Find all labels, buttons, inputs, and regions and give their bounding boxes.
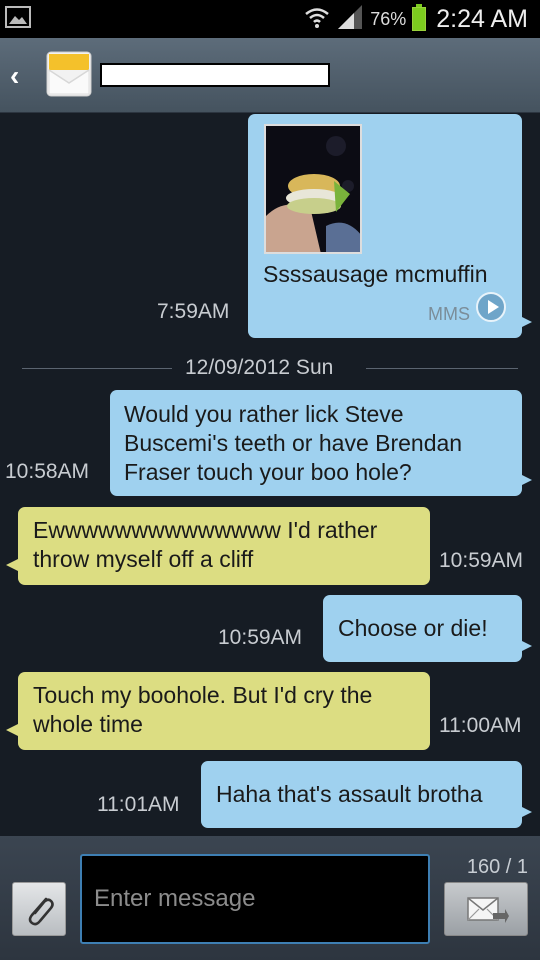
char-counter: 160 / 1: [466, 856, 528, 878]
mms-bubble[interactable]: Ssssausage mcmuffin MMS: [248, 114, 532, 338]
back-arrow-icon[interactable]: ‹: [10, 62, 19, 90]
message-timestamp: 10:59AM: [439, 549, 524, 572]
message-text: Would you rather lick Steve Buscemi's te…: [124, 401, 463, 485]
send-icon: [467, 897, 509, 923]
message-bubble-incoming[interactable]: Ewwwwwwwwwwwwww I'd rather throw myself …: [6, 507, 430, 585]
paperclip-icon: [28, 897, 54, 926]
wifi-icon: [304, 5, 330, 34]
date-separator: 12/09/2012 Sun: [0, 354, 540, 384]
attach-button[interactable]: [12, 882, 66, 936]
battery-percent: 76%: [370, 8, 407, 29]
battery-icon: [412, 4, 427, 31]
contact-name-redacted: [100, 63, 330, 87]
signal-icon: [336, 4, 364, 35]
message-timestamp: 10:58AM: [5, 460, 90, 483]
conversation-header: ‹: [0, 38, 540, 113]
send-button[interactable]: [444, 882, 528, 936]
play-icon[interactable]: [476, 292, 506, 322]
mms-image-thumbnail[interactable]: [264, 124, 362, 254]
status-bar: 76% 2:24 AM: [0, 0, 540, 38]
message-timestamp: 7:59AM: [157, 300, 230, 323]
message-input[interactable]: [80, 854, 430, 944]
gallery-icon: [5, 6, 31, 28]
message-text: Touch my boohole. But I'd cry the whole …: [33, 682, 373, 737]
message-timestamp: 11:01AM: [97, 793, 180, 816]
message-bubble-outgoing[interactable]: Choose or die!: [323, 595, 532, 662]
message-text: Ewwwwwwwwwwwwww I'd rather throw myself …: [33, 517, 378, 572]
message-thread[interactable]: Ssssausage mcmuffin MMS 7:59AM 12/09/201…: [0, 112, 540, 836]
envelope-icon[interactable]: [46, 51, 92, 97]
message-timestamp: 11:00AM: [439, 714, 522, 737]
message-bubble-incoming[interactable]: Touch my boohole. But I'd cry the whole …: [6, 672, 430, 750]
status-time: 2:24 AM: [436, 4, 528, 33]
message-timestamp: 10:59AM: [218, 626, 303, 649]
mms-caption: Ssssausage mcmuffin: [263, 261, 488, 287]
mms-label: MMS: [428, 304, 470, 324]
message-bubble-outgoing[interactable]: Haha that's assault brotha: [201, 761, 532, 828]
message-text: Choose or die!: [338, 615, 488, 641]
date-separator-label: 12/09/2012 Sun: [185, 356, 334, 379]
message-bubble-outgoing[interactable]: Would you rather lick Steve Buscemi's te…: [110, 390, 532, 496]
message-text: Haha that's assault brotha: [216, 781, 483, 807]
composer-bar: 160 / 1: [0, 836, 540, 960]
